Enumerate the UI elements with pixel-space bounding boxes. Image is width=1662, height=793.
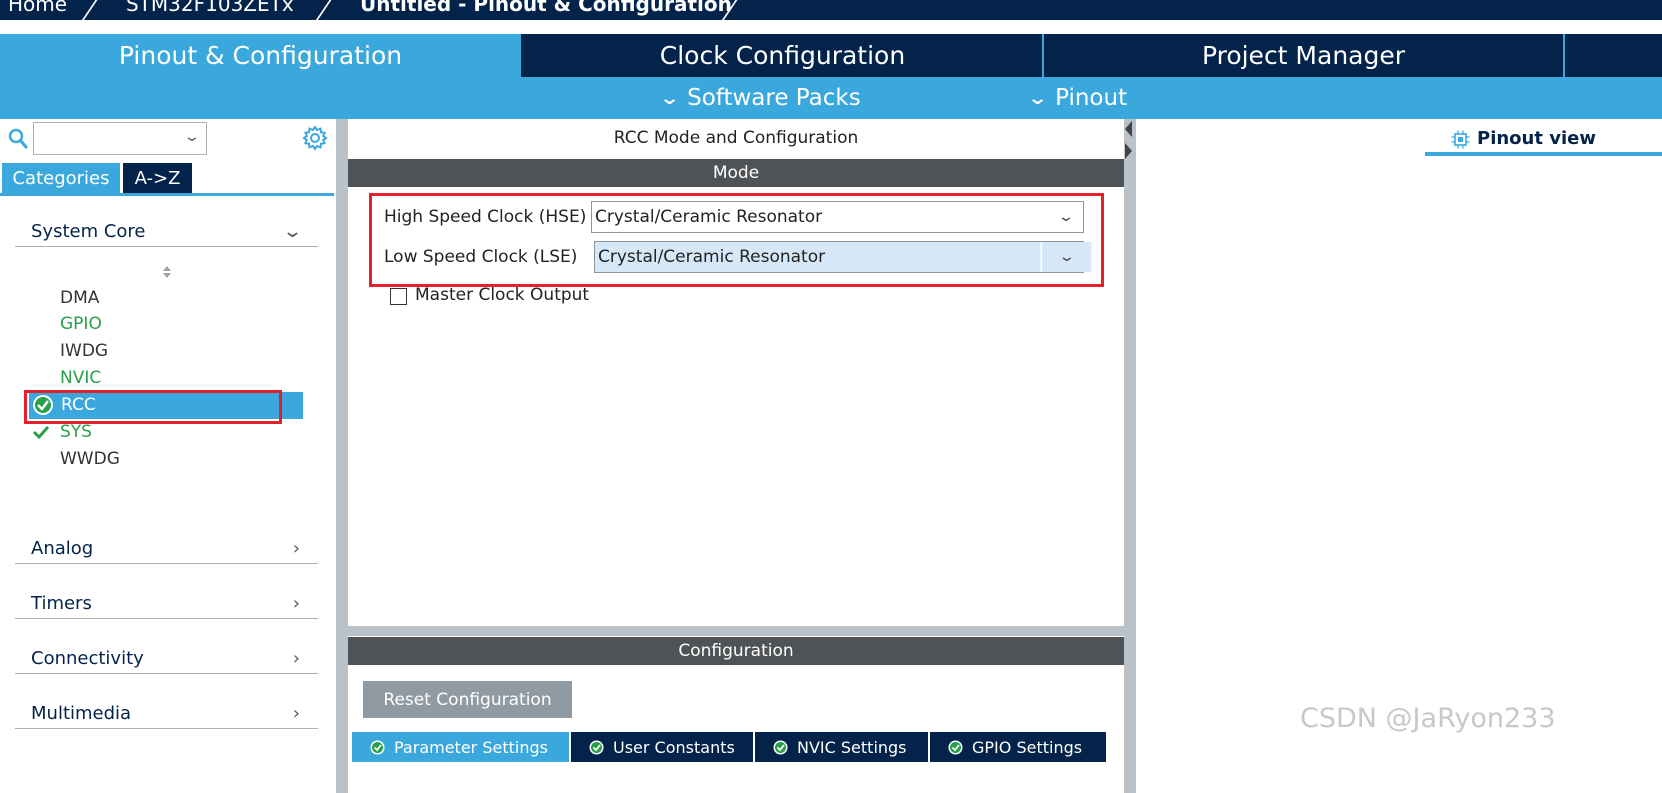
breadcrumb-home[interactable]: Home: [8, 0, 67, 16]
pinout-menu-label: Pinout: [1055, 85, 1128, 111]
main-tab-bar: Pinout & Configuration Clock Configurati…: [0, 34, 1662, 77]
reset-configuration-button[interactable]: Reset Configuration: [363, 681, 572, 718]
category-label: Timers: [31, 593, 92, 614]
category-connectivity[interactable]: Connectivity ›: [15, 640, 318, 674]
tab-label: NVIC Settings: [797, 737, 907, 757]
highlight-box-rcc: [24, 390, 282, 424]
chevron-right-icon: ›: [292, 538, 300, 559]
chevron-right-icon: ›: [292, 648, 300, 669]
category-label: Connectivity: [31, 648, 144, 669]
panel-title: RCC Mode and Configuration: [613, 128, 859, 148]
pinout-view-label: Pinout view: [1477, 128, 1596, 149]
software-packs-menu[interactable]: ⌄ Software Packs: [658, 77, 861, 119]
tab-label: GPIO Settings: [972, 737, 1083, 757]
panel-divider[interactable]: [348, 626, 1124, 636]
tab-divider: [1563, 34, 1565, 77]
tab-a-z[interactable]: A->Z: [123, 163, 192, 193]
pinout-menu[interactable]: ⌄ Pinout: [1026, 77, 1128, 119]
mco-label: Master Clock Output: [415, 285, 590, 305]
right-splitter[interactable]: [1124, 119, 1136, 793]
check-icon: [32, 425, 50, 440]
tab-gpio-settings[interactable]: GPIO Settings: [930, 732, 1106, 762]
tab-project-manager[interactable]: Project Manager: [1044, 34, 1563, 77]
category-system-core[interactable]: System Core ⌄: [15, 213, 318, 247]
chevron-right-icon: ›: [292, 593, 300, 614]
breadcrumb-project[interactable]: Untitled - Pinout & Configuration: [360, 0, 732, 16]
peripheral-nvic[interactable]: NVIC: [60, 368, 101, 388]
chevron-down-icon: ⌄: [1026, 87, 1049, 109]
peripheral-dma[interactable]: DMA: [60, 288, 99, 308]
check-circle-icon: [589, 740, 604, 754]
tab-pinout-configuration[interactable]: Pinout & Configuration: [0, 34, 521, 77]
software-packs-label: Software Packs: [687, 85, 861, 111]
category-analog[interactable]: Analog ›: [15, 530, 318, 564]
category-timers[interactable]: Timers ›: [15, 585, 318, 619]
chevron-down-icon: ⌄: [658, 87, 681, 109]
peripheral-iwdg[interactable]: IWDG: [60, 341, 108, 361]
search-input[interactable]: ⌄: [33, 122, 207, 155]
collapse-left-icon[interactable]: [1125, 121, 1132, 137]
check-circle-icon: [773, 740, 788, 754]
mco-checkbox[interactable]: [390, 288, 407, 305]
left-splitter[interactable]: [336, 119, 348, 793]
peripheral-wwdg[interactable]: WWDG: [60, 449, 120, 469]
chip-icon: [1451, 130, 1470, 149]
breadcrumb-separator: [76, 0, 102, 20]
breadcrumb-device[interactable]: STM32F103ZETx: [126, 0, 294, 16]
category-label: System Core: [31, 221, 146, 242]
chevron-down-icon: ⌄: [281, 221, 304, 242]
peripheral-sys[interactable]: SYS: [60, 422, 92, 442]
peripheral-gpio[interactable]: GPIO: [60, 314, 102, 334]
highlight-box-clock-sources: [369, 193, 1104, 287]
category-multimedia[interactable]: Multimedia ›: [15, 695, 318, 729]
category-label: Multimedia: [31, 703, 132, 724]
expand-right-icon[interactable]: [1125, 143, 1132, 159]
tab-nvic-settings[interactable]: NVIC Settings: [755, 732, 928, 762]
configuration-header: Configuration: [348, 637, 1124, 665]
sub-menu-bar: ⌄ Software Packs ⌄ Pinout: [0, 77, 1662, 119]
gear-icon[interactable]: [302, 125, 328, 151]
tab-categories[interactable]: Categories: [2, 163, 120, 193]
category-label: Analog: [31, 538, 94, 559]
tab-clock-configuration[interactable]: Clock Configuration: [523, 34, 1042, 77]
breadcrumb: Home STM32F103ZETx Untitled - Pinout & C…: [0, 0, 1662, 20]
tab-label: User Constants: [613, 737, 735, 757]
check-circle-icon: [948, 740, 963, 754]
chevron-down-icon[interactable]: ⌄: [183, 129, 201, 145]
breadcrumb-separator: [310, 0, 336, 20]
chevron-right-icon: ›: [292, 703, 300, 724]
tab-label: Parameter Settings: [394, 737, 548, 757]
tab-pinout-view[interactable]: Pinout view: [1425, 128, 1662, 156]
sort-icon[interactable]: [161, 264, 173, 280]
tab-underline: [0, 193, 334, 196]
check-circle-icon: [370, 740, 385, 754]
tab-parameter-settings[interactable]: Parameter Settings: [352, 732, 569, 762]
watermark: CSDN @JaRyon233: [1300, 703, 1556, 734]
search-icon[interactable]: [8, 128, 28, 150]
mode-header: Mode: [348, 159, 1124, 187]
tab-user-constants[interactable]: User Constants: [571, 732, 753, 762]
